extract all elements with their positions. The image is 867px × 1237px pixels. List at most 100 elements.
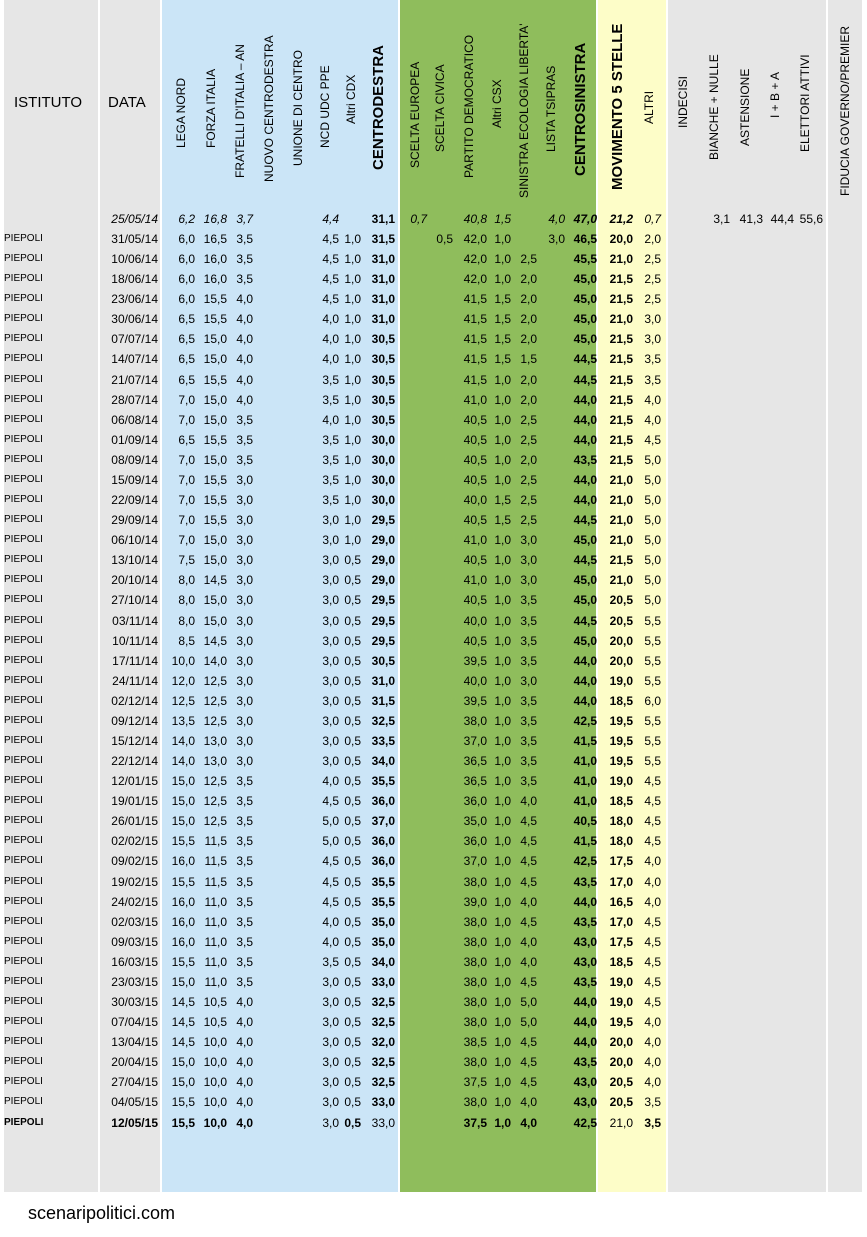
cell-fratelli-italia: 3,5 (236, 934, 253, 949)
cell-centrodestra: 33,0 (371, 1095, 395, 1110)
cell-date: 30/06/14 (111, 312, 158, 327)
cell-centrosinistra: 45,0 (573, 633, 597, 648)
cell-date: 21/07/14 (111, 372, 158, 387)
cell-fratelli-italia: 3,5 (236, 914, 253, 929)
table-row: PIEPOLI 22/09/14 7,0 15,5 3,0 3,5 1,0 30,0 40,0 1… (0, 490, 867, 510)
cell-sel: 2,5 (520, 432, 537, 447)
cell-sel: 4,5 (520, 874, 537, 889)
cell-forza-italia: 13,0 (203, 754, 227, 769)
cell-forza-italia: 15,5 (203, 312, 227, 327)
cell-ncd-udc: 3,0 (322, 593, 339, 608)
cell-m5s: 21,5 (609, 392, 633, 407)
cell-altri: 5,5 (644, 673, 661, 688)
table-row: PIEPOLI 09/12/14 13,5 12,5 3,0 3,0 0,5 32,5 38,0… (0, 711, 867, 731)
table-row: PIEPOLI 07/04/15 14,5 10,5 4,0 3,0 0,5 32,5 38,0… (0, 1012, 867, 1032)
cell-forza-italia: 11,0 (204, 914, 227, 929)
cell-pd: 38,0 (463, 1055, 487, 1070)
cell-forza-italia: 11,5 (204, 874, 227, 889)
cell-pd: 37,0 (463, 734, 487, 748)
cell-altri: 0,7 (644, 212, 661, 226)
cell-forza-italia: 12,5 (203, 713, 227, 728)
cell-iba: 44,4 (770, 212, 794, 226)
cell-m5s: 18,5 (609, 693, 633, 708)
cell-altri: 4,0 (644, 1075, 661, 1090)
cell-centrosinistra: 44,5 (573, 553, 597, 568)
cell-ncd-udc: 4,5 (322, 874, 339, 889)
cell-date: 22/12/14 (111, 754, 158, 769)
cell-fratelli-italia: 3,0 (236, 754, 253, 769)
cell-altri-cdx: 1,0 (344, 312, 361, 327)
cell-fratelli-italia: 4,0 (236, 1095, 253, 1110)
cell-lega-nord: 6,0 (178, 232, 195, 246)
cell-bianche: 3,1 (713, 212, 730, 226)
header-altri-cdx: Altri CDX (344, 74, 358, 124)
cell-sel: 4,0 (520, 1115, 537, 1130)
table-row: PIEPOLI 22/12/14 14,0 13,0 3,0 3,0 0,5 34,0 36,5… (0, 751, 867, 771)
cell-centrosinistra: 45,5 (573, 252, 597, 267)
cell-altri: 4,5 (644, 995, 661, 1010)
cell-altri-csx: 1,5 (494, 332, 511, 347)
header-scelta-europea: SCELTA EUROPEA (408, 61, 422, 168)
cell-date: 10/06/14 (111, 252, 158, 267)
cell-centrosinistra: 41,0 (573, 754, 597, 769)
cell-centrosinistra: 44,0 (573, 493, 597, 508)
cell-fratelli-italia: 4,0 (236, 995, 253, 1010)
table-row: PIEPOLI 20/10/14 8,0 14,5 3,0 3,0 0,5 29,0 41,0 1… (0, 570, 867, 590)
cell-forza-italia: 16,0 (203, 252, 227, 267)
cell-altri-csx: 1,0 (494, 412, 511, 427)
cell-m5s: 21,0 (609, 493, 633, 508)
cell-tsipras: 3,0 (548, 232, 565, 246)
cell-lega-nord: 6,5 (178, 352, 195, 367)
cell-altri-cdx: 0,5 (344, 1095, 361, 1110)
header-bianche-nulle: BIANCHE + NULLE (707, 54, 721, 160)
cell-istituto: PIEPOLI (4, 353, 43, 365)
cell-lega-nord: 6,5 (178, 312, 195, 327)
table-row: PIEPOLI 23/06/14 6,0 15,5 4,0 4,5 1,0 31,0 41,5 1… (0, 289, 867, 309)
cell-altri-cdx: 0,5 (344, 995, 361, 1010)
cell-altri: 5,0 (644, 573, 661, 588)
cell-altri: 3,5 (644, 1095, 661, 1110)
cell-lega-nord: 6,0 (178, 272, 195, 287)
cell-sel: 4,5 (520, 1055, 537, 1070)
cell-altri: 4,5 (644, 432, 661, 447)
header-fratelli-italia: FRATELLI D'ITALIA – AN (233, 44, 247, 178)
table-row: PIEPOLI 15/09/14 7,0 15,5 3,0 3,5 1,0 30,0 40,5 1… (0, 470, 867, 490)
cell-centrodestra: 32,5 (371, 995, 395, 1010)
cell-pd: 37,5 (463, 1075, 487, 1090)
cell-ncd-udc: 3,5 (322, 372, 339, 387)
cell-forza-italia: 10,0 (203, 1055, 227, 1070)
cell-pd: 41,5 (463, 292, 487, 307)
cell-centrodestra: 29,0 (371, 533, 395, 548)
cell-altri: 2,5 (644, 252, 661, 267)
table-row: PIEPOLI 31/05/14 6,0 16,5 3,5 4,5 1,0 31,5 0,5 42… (0, 229, 867, 249)
cell-ncd-udc: 4,0 (322, 412, 339, 427)
cell-pd: 40,8 (463, 212, 487, 226)
cell-centrosinistra: 45,0 (573, 332, 597, 347)
cell-altri: 2,0 (644, 232, 661, 246)
cell-date: 13/04/15 (111, 1035, 158, 1050)
cell-sel: 3,5 (520, 693, 537, 708)
cell-altri-cdx: 0,5 (344, 1075, 361, 1090)
cell-fratelli-italia: 3,5 (236, 834, 253, 849)
cell-istituto: PIEPOLI (4, 594, 43, 606)
cell-forza-italia: 11,0 (204, 934, 227, 949)
cell-fratelli-italia: 3,0 (236, 713, 253, 728)
table-row: PIEPOLI 18/06/14 6,0 16,0 3,5 4,5 1,0 31,0 42,0 1… (0, 269, 867, 289)
cell-scelta-europea: 0,7 (410, 212, 427, 226)
header-scelta-civica: SCELTA CIVICA (433, 64, 447, 152)
cell-altri-cdx: 1,0 (344, 332, 361, 347)
cell-altri-cdx: 1,0 (344, 412, 361, 427)
cell-ncd-udc: 3,0 (322, 693, 339, 708)
cell-istituto: PIEPOLI (4, 453, 43, 465)
cell-istituto: PIEPOLI (4, 1016, 43, 1028)
cell-altri: 3,0 (644, 332, 661, 347)
cell-istituto: PIEPOLI (4, 554, 43, 566)
table-row: PIEPOLI 29/09/14 7,0 15,5 3,0 3,0 1,0 29,5 40,5 1… (0, 510, 867, 530)
table-row: PIEPOLI 03/11/14 8,0 15,0 3,0 3,0 0,5 29,5 40,0 1… (0, 611, 867, 631)
cell-altri-cdx: 1,0 (344, 232, 361, 246)
cell-altri-csx: 1,0 (494, 974, 511, 989)
cell-pd: 40,5 (463, 472, 487, 487)
cell-altri: 4,5 (644, 774, 661, 789)
cell-pd: 40,5 (463, 412, 487, 427)
cell-istituto: PIEPOLI (4, 393, 43, 405)
